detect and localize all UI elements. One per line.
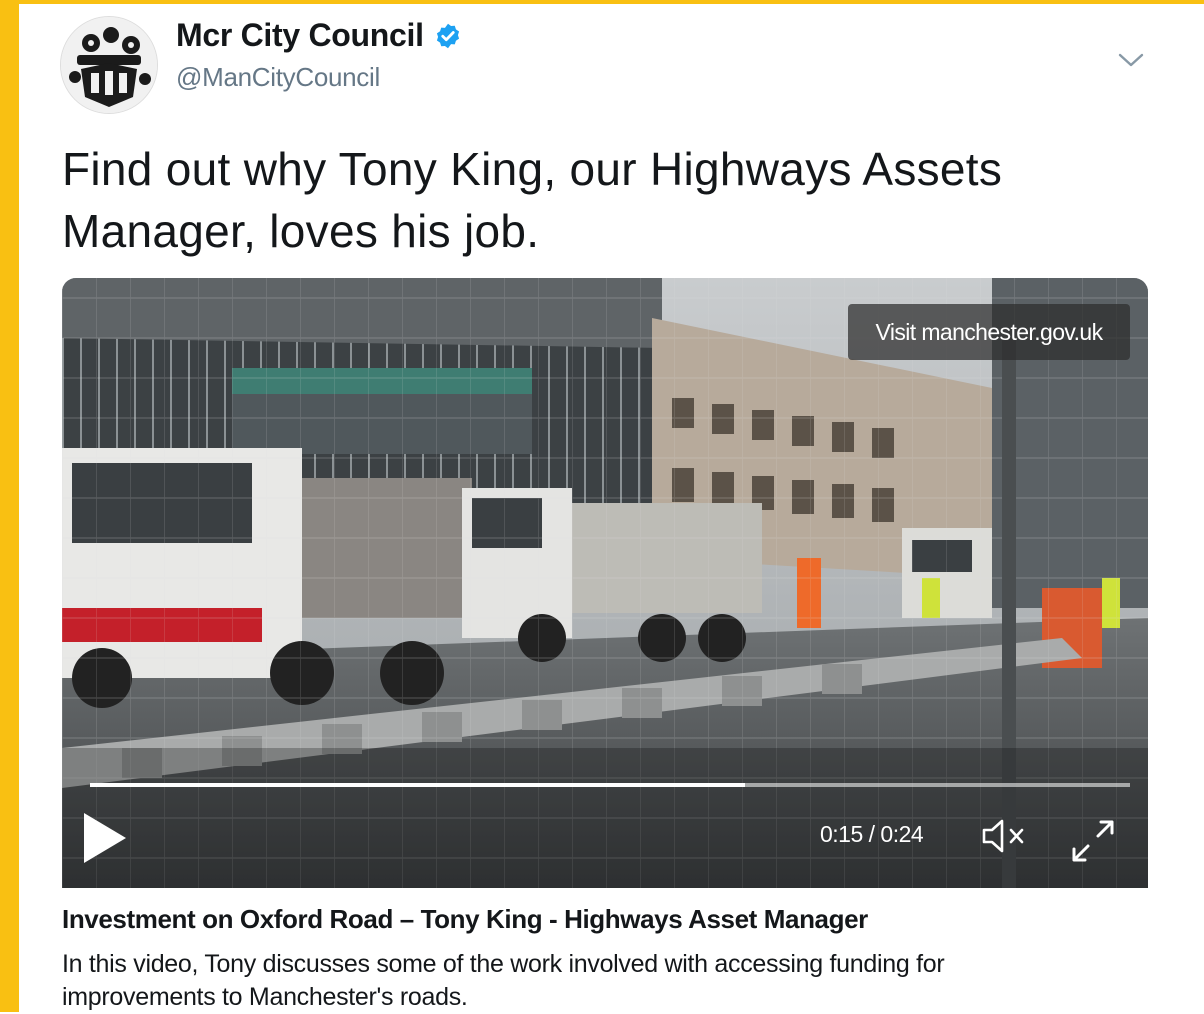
council-crest-icon [61, 17, 157, 113]
visit-website-link[interactable]: Visit manchester.gov.uk [848, 304, 1130, 360]
muted-speaker-icon[interactable] [980, 816, 1032, 856]
account-handle[interactable]: @ManCityCouncil [176, 62, 380, 93]
verified-badge-icon [436, 23, 459, 48]
card-description: In this video, Tony discusses some of th… [62, 950, 945, 1011]
video-player[interactable]: Visit manchester.gov.uk 0:15 / 0:24 [62, 278, 1148, 888]
chevron-down-icon[interactable] [1118, 50, 1144, 70]
account-name[interactable]: Mcr City Council [176, 17, 424, 54]
video-progress-bar[interactable] [90, 783, 1130, 787]
video-time: 0:15 / 0:24 [820, 821, 924, 847]
play-icon[interactable] [80, 810, 130, 866]
video-progress-fill [90, 783, 746, 787]
fullscreen-icon[interactable] [1068, 816, 1118, 866]
card-title[interactable]: Investment on Oxford Road – Tony King - … [62, 904, 868, 935]
video-frame [62, 278, 1148, 888]
avatar[interactable] [60, 16, 158, 114]
yellow-frame-left [0, 0, 19, 1012]
yellow-frame-top [0, 0, 1204, 4]
tweet-text: Find out why Tony King, our Highways Ass… [62, 143, 1003, 257]
account-name-row[interactable]: Mcr City Council [176, 17, 462, 54]
